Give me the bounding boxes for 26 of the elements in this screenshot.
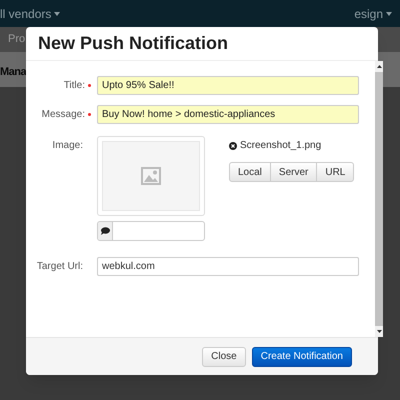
field-label: Title: bbox=[64, 79, 85, 93]
source-button[interactable]: Local bbox=[229, 162, 271, 182]
modal-title: New Push Notification bbox=[38, 32, 228, 55]
nav-menu[interactable]: ll vendors bbox=[0, 4, 60, 22]
nav-menu[interactable]: esign bbox=[354, 4, 392, 22]
remove-icon[interactable] bbox=[229, 142, 237, 150]
field-label: Image: bbox=[51, 139, 84, 153]
caret-icon bbox=[386, 12, 392, 16]
create-button[interactable]: Create Notification bbox=[252, 346, 352, 366]
scroll-down-icon[interactable] bbox=[376, 330, 382, 333]
field-label: Target Url: bbox=[36, 260, 84, 274]
scroll-up-icon[interactable] bbox=[376, 65, 382, 68]
file-name: Screenshot_1.png bbox=[240, 139, 322, 153]
field-label: Message: bbox=[42, 108, 85, 122]
close-button[interactable]: Close bbox=[202, 346, 246, 366]
caption-field[interactable] bbox=[97, 221, 205, 241]
source-button[interactable]: URL bbox=[316, 162, 354, 182]
source-button[interactable]: Server bbox=[270, 162, 318, 182]
page-heading: Mana bbox=[0, 66, 26, 78]
image-icon bbox=[141, 167, 161, 185]
url-field[interactable]: webkul.com bbox=[97, 257, 359, 276]
scrollbar[interactable] bbox=[375, 61, 383, 337]
caret-icon bbox=[54, 12, 60, 16]
text-field[interactable]: Buy Now! home > domestic-appliances bbox=[97, 105, 359, 124]
text-field[interactable]: Upto 95% Sale!! bbox=[97, 76, 359, 95]
speech-bubble-icon bbox=[100, 227, 110, 235]
